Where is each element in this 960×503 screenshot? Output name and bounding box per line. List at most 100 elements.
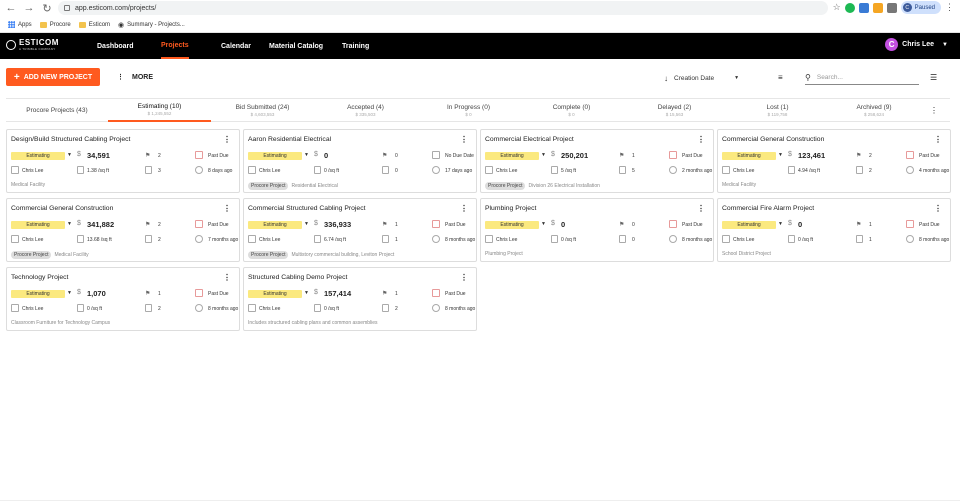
kebab-icon[interactable]: ⋮ bbox=[460, 204, 468, 213]
status-badge[interactable]: Estimating bbox=[11, 221, 65, 229]
kebab-icon[interactable]: ⋮ bbox=[223, 273, 231, 282]
tab-complete[interactable]: Complete (0) $ 0 bbox=[520, 99, 623, 122]
back-icon[interactable]: ← bbox=[4, 1, 18, 15]
caret-down-icon[interactable]: ▼ bbox=[67, 221, 72, 227]
caret-down-icon[interactable]: ▼ bbox=[778, 221, 783, 227]
due-status: Past Due bbox=[208, 222, 229, 228]
kebab-icon[interactable]: ⋮ bbox=[460, 135, 468, 144]
add-new-project-button[interactable]: + ADD NEW PROJECT bbox=[6, 68, 100, 86]
project-title[interactable]: Commercial General Construction bbox=[11, 205, 113, 212]
card-footer: Procore Project Medical Facility bbox=[11, 251, 89, 259]
bookmark-apps[interactable]: Apps bbox=[8, 21, 32, 28]
project-title[interactable]: Structured Cabling Demo Project bbox=[248, 274, 347, 281]
dollar-icon: $ bbox=[551, 220, 555, 227]
caret-down-icon[interactable]: ▼ bbox=[67, 290, 72, 296]
extension-icon[interactable] bbox=[844, 2, 855, 13]
kebab-icon[interactable]: ⋮ bbox=[223, 135, 231, 144]
project-card[interactable]: Commercial Electrical Project ⋮ Estimati… bbox=[480, 129, 714, 193]
status-badge[interactable]: Estimating bbox=[248, 290, 302, 298]
address-bar[interactable]: app.esticom.com/projects/ bbox=[58, 1, 828, 15]
kebab-icon[interactable]: ⋮ bbox=[697, 135, 705, 144]
status-badge[interactable]: Estimating bbox=[485, 152, 539, 160]
nav-material-catalog[interactable]: Material Catalog bbox=[269, 33, 323, 59]
kebab-icon[interactable]: ⋮ bbox=[460, 273, 468, 282]
status-badge[interactable]: Estimating bbox=[11, 152, 65, 160]
nav-calendar[interactable]: Calendar bbox=[221, 33, 251, 59]
list-view-icon[interactable]: ☰ bbox=[930, 73, 937, 82]
project-title[interactable]: Commercial General Construction bbox=[722, 136, 824, 143]
puzzle-icon[interactable] bbox=[886, 2, 897, 13]
nav-training[interactable]: Training bbox=[342, 33, 369, 59]
forward-icon[interactable]: → bbox=[22, 1, 36, 15]
status-badge[interactable]: Estimating bbox=[248, 221, 302, 229]
tab-accepted[interactable]: Accepted (4) $ 335,503 bbox=[314, 99, 417, 122]
project-title[interactable]: Technology Project bbox=[11, 274, 68, 281]
status-badge[interactable]: Estimating bbox=[722, 152, 776, 160]
kebab-icon[interactable]: ⋮ bbox=[930, 106, 938, 115]
user-menu[interactable]: C Chris Lee ▼ bbox=[885, 38, 948, 51]
kebab-icon[interactable]: ⋮ bbox=[223, 204, 231, 213]
dollar-icon: $ bbox=[77, 289, 81, 296]
profile-button[interactable]: C Paused bbox=[900, 1, 941, 14]
project-card[interactable]: Technology Project ⋮ Estimating ▼ $ 1,07… bbox=[6, 267, 240, 331]
status-badge[interactable]: Estimating bbox=[248, 152, 302, 160]
project-card[interactable]: Commercial General Construction ⋮ Estima… bbox=[717, 129, 951, 193]
caret-down-icon[interactable]: ▼ bbox=[67, 152, 72, 158]
caret-down-icon[interactable]: ▼ bbox=[304, 152, 309, 158]
reload-icon[interactable]: ↻ bbox=[40, 1, 54, 15]
status-badge[interactable]: Estimating bbox=[485, 221, 539, 229]
project-title[interactable]: Design/Build Structured Cabling Project bbox=[11, 136, 130, 143]
extension-icon[interactable] bbox=[872, 2, 883, 13]
caret-down-icon[interactable]: ▼ bbox=[541, 221, 546, 227]
tab-in-progress[interactable]: In Progress (0) $ 0 bbox=[417, 99, 520, 122]
document-icon bbox=[382, 304, 389, 312]
star-icon[interactable]: ☆ bbox=[833, 2, 841, 13]
project-title[interactable]: Commercial Electrical Project bbox=[485, 136, 574, 143]
tab-lost[interactable]: Lost (1) $ 119,758 bbox=[726, 99, 829, 122]
extension-icon[interactable] bbox=[858, 2, 869, 13]
sort-select[interactable]: ↓ Creation Date ▼ bbox=[664, 71, 754, 85]
project-amount: 1,070 bbox=[87, 289, 106, 298]
search-input[interactable]: ⚲ Search... bbox=[805, 71, 919, 85]
project-card[interactable]: Commercial General Construction ⋮ Estima… bbox=[6, 198, 240, 262]
esticom-logo[interactable]: ESTICOM A TRIMBLE COMPANY bbox=[6, 39, 59, 51]
tab-estimating[interactable]: Estimating (10) $ 1,245,552 bbox=[108, 99, 211, 122]
document-icon bbox=[145, 304, 152, 312]
created-ago: 17 days ago bbox=[445, 168, 473, 174]
bookmark-summary[interactable]: ◉ Summary - Projects... bbox=[118, 21, 185, 29]
status-badge[interactable]: Estimating bbox=[11, 290, 65, 298]
project-card[interactable]: Commercial Fire Alarm Project ⋮ Estimati… bbox=[717, 198, 951, 262]
more-button[interactable]: ⋮ MORE bbox=[117, 73, 153, 82]
project-description: Includes structured cabling plans and co… bbox=[248, 320, 378, 326]
nav-dashboard[interactable]: Dashboard bbox=[97, 33, 134, 59]
project-card[interactable]: Structured Cabling Demo Project ⋮ Estima… bbox=[243, 267, 477, 331]
tab-delayed[interactable]: Delayed (2) $ 15,563 bbox=[623, 99, 726, 122]
caret-down-icon[interactable]: ▼ bbox=[778, 152, 783, 158]
kebab-icon[interactable]: ⋮ bbox=[934, 135, 942, 144]
project-title[interactable]: Commercial Structured Cabling Project bbox=[248, 205, 365, 212]
project-card[interactable]: Commercial Structured Cabling Project ⋮ … bbox=[243, 198, 477, 262]
kebab-icon[interactable]: ⋮ bbox=[697, 204, 705, 213]
url-text: app.esticom.com/projects/ bbox=[75, 4, 157, 12]
kebab-icon[interactable]: ⋮ bbox=[934, 204, 942, 213]
project-card[interactable]: Aaron Residential Electrical ⋮ Estimatin… bbox=[243, 129, 477, 193]
caret-down-icon[interactable]: ▼ bbox=[304, 221, 309, 227]
filter-icon[interactable]: ≡ bbox=[778, 73, 783, 82]
document-count: 2 bbox=[158, 237, 161, 243]
tab-archived[interactable]: Archived (9) $ 258,624 bbox=[829, 99, 919, 122]
project-title[interactable]: Aaron Residential Electrical bbox=[248, 136, 331, 143]
person-icon bbox=[11, 235, 19, 243]
project-card[interactable]: Plumbing Project ⋮ Estimating ▼ $ 0 ⚑ 0 … bbox=[480, 198, 714, 262]
caret-down-icon[interactable]: ▼ bbox=[541, 152, 546, 158]
status-badge[interactable]: Estimating bbox=[722, 221, 776, 229]
bookmark-procore[interactable]: Procore bbox=[39, 21, 71, 28]
tab-procore-projects[interactable]: Procore Projects (43) bbox=[6, 99, 108, 122]
project-title[interactable]: Commercial Fire Alarm Project bbox=[722, 205, 814, 212]
project-title[interactable]: Plumbing Project bbox=[485, 205, 536, 212]
kebab-menu-icon[interactable]: ⋮ bbox=[945, 2, 954, 13]
caret-down-icon[interactable]: ▼ bbox=[304, 290, 309, 296]
project-card[interactable]: Design/Build Structured Cabling Project … bbox=[6, 129, 240, 193]
nav-projects[interactable]: Projects bbox=[161, 33, 189, 59]
bookmark-esticom[interactable]: Esticom bbox=[78, 21, 110, 28]
tab-bid-submitted[interactable]: Bid Submitted (24) $ 4,603,553 bbox=[211, 99, 314, 122]
